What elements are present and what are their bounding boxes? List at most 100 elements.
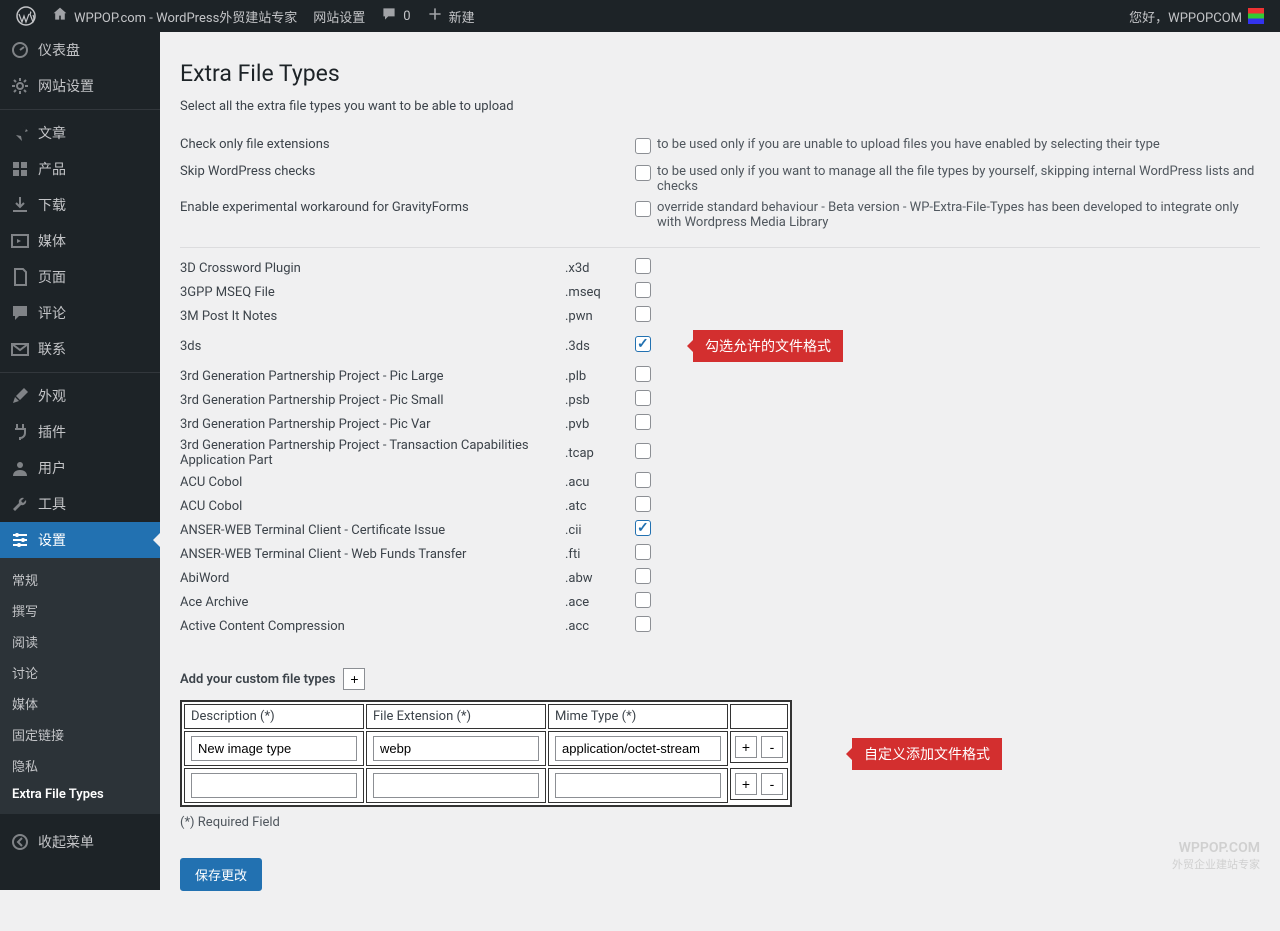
sidebar-item-wrench[interactable]: 工具 — [0, 486, 160, 522]
custom-desc-input[interactable] — [191, 736, 357, 761]
filetype-checkbox[interactable] — [635, 472, 651, 488]
add-row-button[interactable]: + — [735, 773, 757, 795]
filetype-checkbox[interactable] — [635, 496, 651, 512]
submenu-item[interactable]: 隐私 — [0, 750, 160, 781]
options-section: Check only file extensions to be used onl… — [180, 134, 1260, 233]
submenu-item[interactable]: 讨论 — [0, 657, 160, 688]
filetype-checkbox[interactable] — [635, 520, 651, 536]
dashboard-icon — [10, 40, 30, 60]
user-icon — [10, 458, 30, 478]
page-icon — [10, 267, 30, 287]
site-name-link[interactable]: WPPOP.com - WordPress外贸建站专家 — [44, 0, 305, 32]
custom-ext-input[interactable] — [373, 773, 539, 798]
sidebar-item-download[interactable]: 下载 — [0, 187, 160, 223]
filetype-checkbox[interactable] — [635, 443, 651, 459]
custom-desc-input[interactable] — [191, 773, 357, 798]
filetype-name: 3ds — [180, 339, 565, 354]
sidebar-item-mail[interactable]: 联系 — [0, 331, 160, 367]
sidebar-item-user[interactable]: 用户 — [0, 450, 160, 486]
sidebar-item-sliders[interactable]: 设置 — [0, 522, 160, 558]
home-icon — [52, 6, 68, 26]
filetype-callout: 勾选允许的文件格式 — [693, 330, 843, 362]
add-custom-type-button[interactable]: + — [343, 668, 365, 690]
filetype-checkbox[interactable] — [635, 282, 651, 298]
filetype-checkbox[interactable] — [635, 544, 651, 560]
sidebar-item-grid[interactable]: 产品 — [0, 151, 160, 187]
site-settings-link[interactable]: 网站设置 — [305, 0, 373, 32]
sidebar-item-comment[interactable]: 评论 — [0, 295, 160, 331]
submenu-item[interactable]: 固定链接 — [0, 719, 160, 750]
custom-ext-input[interactable] — [373, 736, 539, 761]
filetype-ext: .psb — [565, 393, 635, 408]
custom-mime-input[interactable] — [555, 736, 721, 761]
filetype-ext: .pwn — [565, 309, 635, 324]
sidebar-item-dashboard[interactable]: 仪表盘 — [0, 32, 160, 68]
filetype-checkbox[interactable] — [635, 390, 651, 406]
filetype-name: ACU Cobol — [180, 499, 565, 514]
submenu-item[interactable]: 撰写 — [0, 595, 160, 626]
sidebar-item-plug[interactable]: 插件 — [0, 414, 160, 450]
media-icon — [10, 231, 30, 251]
comment-icon — [381, 6, 397, 26]
custom-types-heading: Add your custom file types + — [180, 668, 1260, 690]
collapse-icon — [10, 832, 30, 852]
required-note: (*) Required Field — [180, 815, 1260, 830]
filetype-ext: .pvb — [565, 417, 635, 432]
filetype-name: 3rd Generation Partnership Project - Pic… — [180, 369, 565, 384]
filetype-ext: .3ds — [565, 339, 635, 354]
filetype-checkbox[interactable] — [635, 366, 651, 382]
comments-link[interactable]: 0 — [373, 0, 418, 32]
filetype-checkbox[interactable] — [635, 568, 651, 584]
submenu-item[interactable]: 阅读 — [0, 626, 160, 657]
filetype-checkbox[interactable] — [635, 336, 651, 352]
watermark: WPPOP.COM 外贸企业建站专家 — [1172, 840, 1260, 872]
account-link[interactable]: 您好，WPPOPCOM — [1121, 0, 1272, 32]
submenu-item[interactable]: Extra File Types — [0, 781, 160, 808]
wp-logo[interactable] — [8, 0, 44, 32]
option-desc: to be used only if you are unable to upl… — [657, 137, 1260, 152]
comment-icon — [10, 303, 30, 323]
filetype-checkbox[interactable] — [635, 258, 651, 274]
remove-row-button[interactable]: - — [761, 736, 783, 758]
submenu-item[interactable]: 常规 — [0, 564, 160, 595]
option-checkbox[interactable] — [635, 201, 651, 217]
filetype-checkbox[interactable] — [635, 592, 651, 608]
sidebar-item-pin[interactable]: 文章 — [0, 115, 160, 151]
filetype-ext: .mseq — [565, 285, 635, 300]
grid-icon — [10, 159, 30, 179]
filetype-checkbox[interactable] — [635, 414, 651, 430]
filetype-checkbox[interactable] — [635, 306, 651, 322]
site-name: WPPOP.com - WordPress外贸建站专家 — [74, 7, 297, 26]
sidebar-item-media[interactable]: 媒体 — [0, 223, 160, 259]
comments-count: 0 — [403, 9, 410, 24]
new-link[interactable]: 新建 — [419, 0, 483, 32]
sidebar-item-brush[interactable]: 外观 — [0, 378, 160, 414]
filetype-ext: .acc — [565, 619, 635, 634]
custom-mime-input[interactable] — [555, 773, 721, 798]
filetype-ext: .tcap — [565, 446, 635, 461]
submenu-item[interactable]: 媒体 — [0, 688, 160, 719]
filetype-ext: .abw — [565, 571, 635, 586]
save-button[interactable]: 保存更改 — [180, 858, 262, 891]
filetype-ext: .x3d — [565, 261, 635, 276]
option-label: Enable experimental workaround for Gravi… — [180, 200, 635, 215]
remove-row-button[interactable]: - — [761, 773, 783, 795]
add-row-button[interactable]: + — [735, 736, 757, 758]
collapse-menu[interactable]: 收起菜单 — [0, 824, 160, 860]
sidebar-item-gear[interactable]: 网站设置 — [0, 68, 160, 104]
filetype-name: ANSER-WEB Terminal Client - Web Funds Tr… — [180, 547, 565, 562]
page-title: Extra File Types — [180, 60, 1260, 87]
filetype-ext: .atc — [565, 499, 635, 514]
avatar — [1248, 8, 1264, 24]
filetype-checkbox[interactable] — [635, 616, 651, 632]
filetype-name: 3M Post It Notes — [180, 309, 565, 324]
filetype-name: Ace Archive — [180, 595, 565, 610]
plus-icon — [427, 6, 443, 26]
mail-icon — [10, 339, 30, 359]
option-checkbox[interactable] — [635, 138, 651, 154]
option-checkbox[interactable] — [635, 165, 651, 181]
sidebar-item-page[interactable]: 页面 — [0, 259, 160, 295]
option-label: Check only file extensions — [180, 137, 635, 152]
plug-icon — [10, 422, 30, 442]
filetype-name: 3rd Generation Partnership Project - Pic… — [180, 417, 565, 432]
